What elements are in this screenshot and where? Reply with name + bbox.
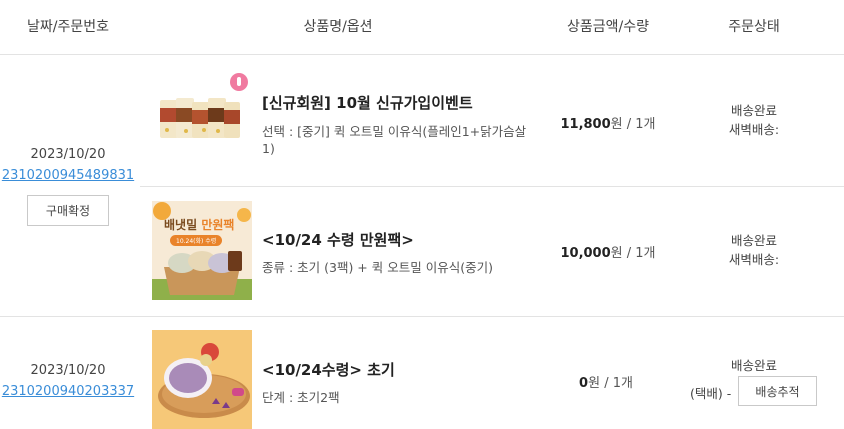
table-header: 날짜/주문번호 상품명/옵션 상품금액/수량 주문상태 [0, 0, 844, 55]
product-option: 종류 : 초기 (3팩) + 퀵 오트밀 이유식(중기) [262, 260, 493, 275]
order-number-link[interactable]: 2310200940203337 [2, 384, 134, 399]
status-text: 배송완료 [730, 103, 777, 118]
product-thumbnail[interactable] [152, 68, 252, 148]
delivery-type: (택배) - [690, 386, 732, 401]
order-divider [0, 316, 844, 317]
product-name[interactable]: [신규회원] 10월 신규가입이벤트 [262, 92, 473, 113]
order-status: 배송완료 새벽배송: [729, 101, 779, 139]
status-text: 배송완료 [730, 233, 777, 248]
header-order-status: 주문상태 [728, 19, 780, 35]
track-delivery-button[interactable]: 배송추적 [738, 376, 817, 406]
porridge-bowl-image [152, 330, 252, 429]
delivery-type: 새벽배송: [728, 122, 780, 137]
price-amount: 11,800 [560, 117, 611, 132]
price-amount: 0 [579, 376, 589, 391]
banner-receive-date: 10.24(화) 수령 [170, 235, 223, 246]
product-option: 선택 : [중기] 퀵 오트밀 이유식(플레인1+닭가슴살1) [262, 124, 527, 156]
product-thumbnail[interactable]: 배냇밀 만원팩 10.24(화) 수령 [152, 201, 252, 300]
quantity: / 1개 [604, 376, 633, 391]
product-name[interactable]: <10/24 수령 만원팩> [262, 229, 414, 250]
order-number-link[interactable]: 2310200945489831 [2, 168, 134, 183]
status-text: 배송완료 [730, 358, 778, 373]
price-unit: 원 [610, 246, 623, 261]
price-amount: 10,000 [560, 246, 611, 261]
purchase-confirm-button[interactable]: 구매확정 [27, 195, 109, 226]
delivery-type: 새벽배송: [728, 252, 780, 267]
order-date: 2023/10/20 [30, 363, 106, 378]
banner-title-pack: 만원팩 [201, 218, 235, 232]
product-name[interactable]: <10/24수령> 초기 [262, 359, 395, 380]
price-qty: 11,800원 / 1개 [560, 113, 655, 132]
price-qty: 10,000원 / 1개 [560, 242, 655, 261]
banner-title-brand: 배냇밀 [164, 218, 198, 232]
product-thumbnail[interactable] [152, 330, 252, 429]
header-product-option: 상품명/옵션 [303, 19, 373, 35]
header-date-order-no: 날짜/주문번호 [27, 19, 109, 35]
quantity: / 1개 [626, 246, 656, 261]
product-pouches-image [160, 73, 248, 138]
item-divider [140, 186, 844, 187]
price-unit: 원 [610, 117, 623, 132]
order-date: 2023/10/20 [30, 147, 106, 162]
price-unit: 원 [588, 376, 601, 391]
order-status: 배송완료 새벽배송: [729, 231, 779, 269]
quantity: / 1개 [626, 117, 656, 132]
banner-title: 배냇밀 만원팩 [164, 216, 234, 233]
header-price-qty: 상품금액/수량 [567, 19, 649, 35]
price-qty: 0원 / 1개 [579, 372, 633, 391]
product-option: 단계 : 초기2팩 [262, 390, 340, 405]
